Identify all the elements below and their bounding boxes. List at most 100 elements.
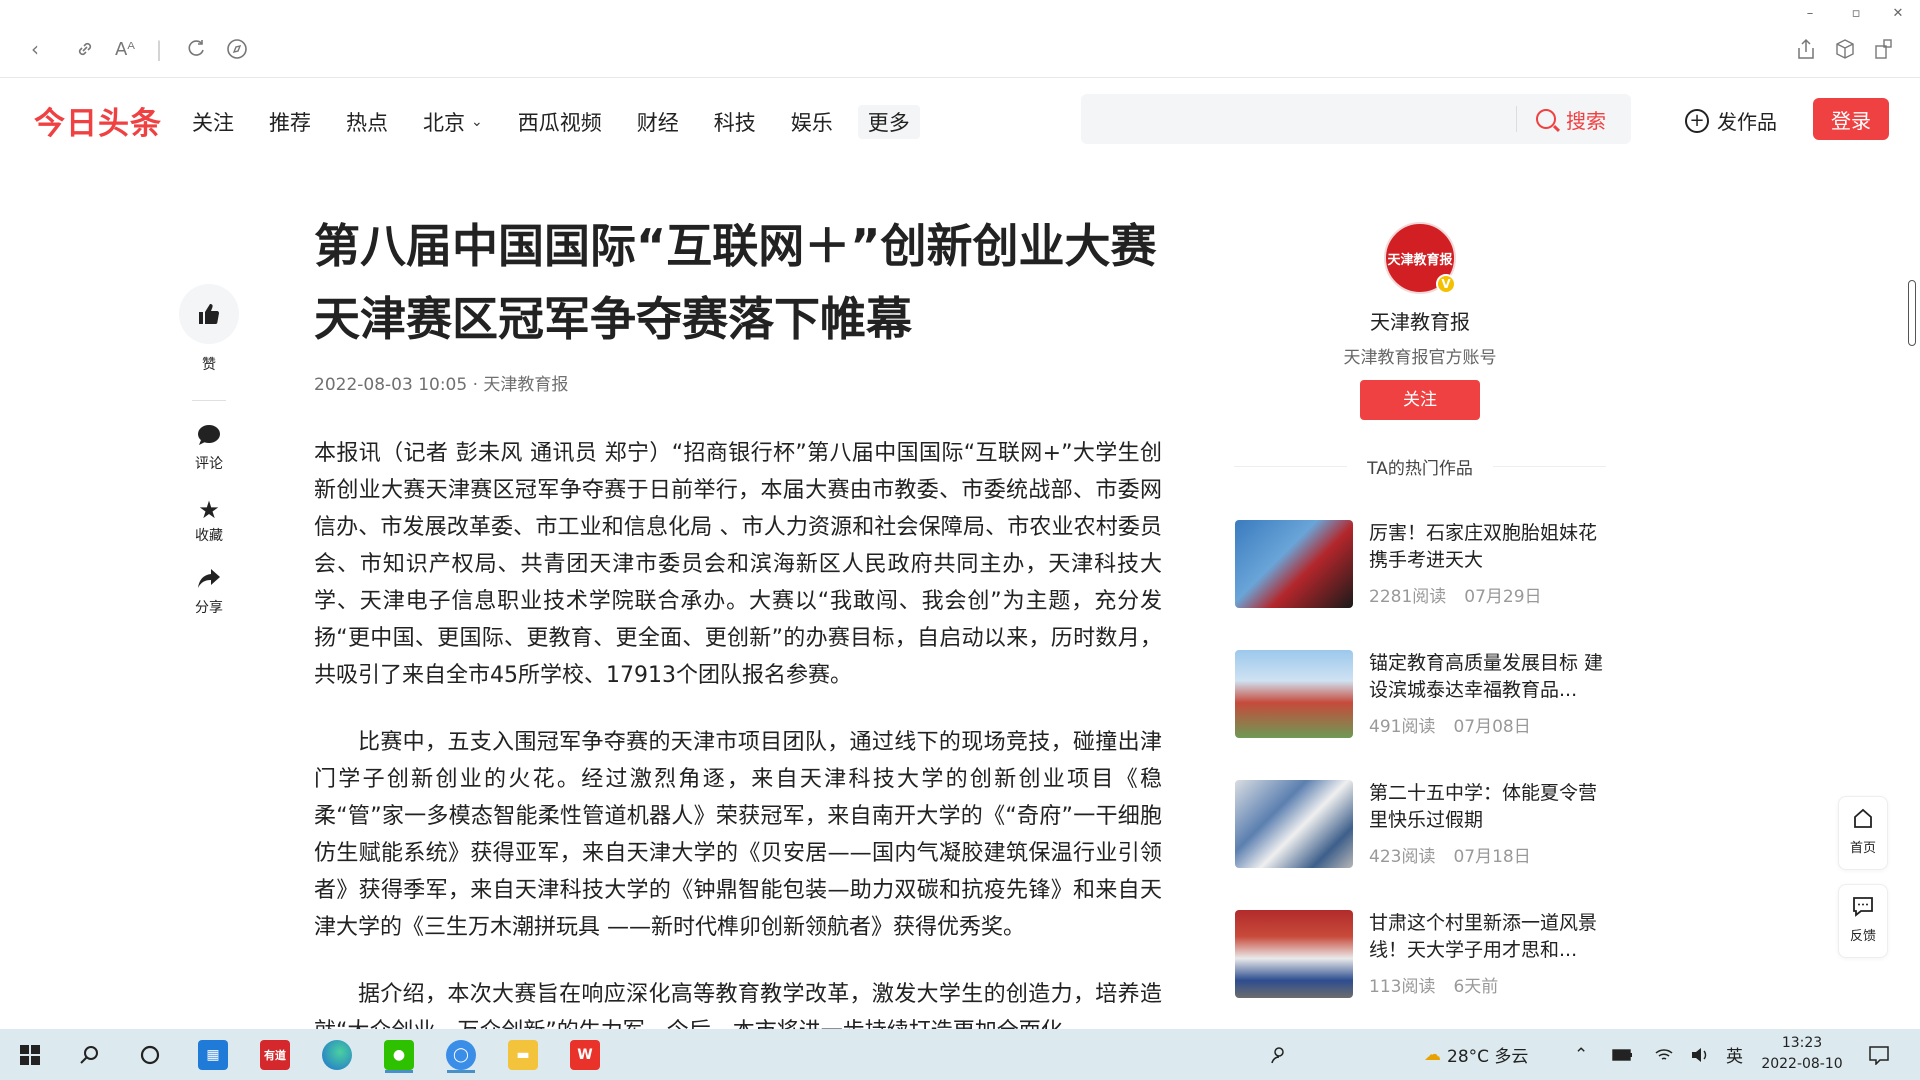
close-button[interactable]: ✕ <box>1888 6 1908 21</box>
notification-icon[interactable] <box>1868 1029 1890 1080</box>
active-indicator <box>385 1070 413 1073</box>
plus-circle-icon: + <box>1685 108 1709 133</box>
hot-works-list: 厉害！石家庄双胞胎姐妹花携手考进天大 2281阅读 07月29日 锚定教育高质量发… <box>1235 520 1615 1040</box>
main-nav: 关注 推荐 热点 北京 ⌄ 西瓜视频 财经 科技 娱乐 更多 <box>192 105 955 139</box>
publish-date: 07月08日 <box>1453 717 1531 737</box>
article-title-line-1: 第八届中国国际“互联网＋”创新创业大赛 <box>314 219 1157 273</box>
system-clock[interactable]: 13:23 2022-08-10 <box>1760 1033 1844 1075</box>
nav-item-recommend[interactable]: 推荐 <box>269 105 311 139</box>
verified-badge-icon: V <box>1436 274 1456 294</box>
people-icon[interactable] <box>1270 1029 1290 1080</box>
font-size-icon[interactable]: Aᴬ <box>112 36 138 62</box>
share-button[interactable]: 分享 <box>178 567 240 617</box>
list-item[interactable]: 厉害！石家庄双胞胎姐妹花携手考进天大 2281阅读 07月29日 <box>1235 520 1615 608</box>
publish-button[interactable]: + 发作品 <box>1685 106 1777 135</box>
scrollbar-thumb[interactable] <box>1908 280 1916 346</box>
windows-start-icon[interactable] <box>12 1037 48 1073</box>
refresh-icon[interactable] <box>184 36 210 62</box>
chevron-up-icon[interactable]: ⌃ <box>1574 1029 1588 1080</box>
weather-widget[interactable]: ☁ 28°C 多云 <box>1424 1029 1528 1080</box>
wechat-icon[interactable]: ● <box>381 1037 417 1073</box>
feedback-float-button[interactable]: 反馈 <box>1838 884 1888 958</box>
restore-button[interactable]: ▫ <box>1846 6 1866 21</box>
back-icon[interactable]: ‹ <box>22 36 48 62</box>
youdao-app-icon[interactable]: 有道 <box>257 1037 293 1073</box>
thumbnail-image <box>1235 520 1353 608</box>
list-item[interactable]: 甘肃这个村里新添一道风景线！天大学子用才思和... 113阅读 6天前 <box>1235 910 1615 998</box>
calculator-app-icon[interactable]: ▦ <box>195 1037 231 1073</box>
nav-item-hot[interactable]: 热点 <box>346 105 388 139</box>
nav-item-follow[interactable]: 关注 <box>192 105 234 139</box>
extensions-icon[interactable] <box>1870 36 1896 62</box>
nav-item-finance[interactable]: 财经 <box>637 105 679 139</box>
site-logo[interactable]: 今日头条 <box>34 98 162 143</box>
rail-divider <box>192 400 226 401</box>
cube-icon[interactable] <box>1832 36 1858 62</box>
file-explorer-icon[interactable]: ▬ <box>505 1037 541 1073</box>
weather-cloud-icon: ☁ <box>1424 1044 1441 1065</box>
wps-app-icon[interactable]: W <box>567 1037 603 1073</box>
nav-item-tech[interactable]: 科技 <box>714 105 756 139</box>
search-divider <box>1516 106 1517 132</box>
article-title-line-2: 天津赛区冠军争夺赛落下帷幕 <box>314 292 912 346</box>
read-count: 491阅读 <box>1369 717 1436 737</box>
search-icon[interactable] <box>72 1037 108 1073</box>
search-button[interactable]: 搜索 <box>1536 94 1606 144</box>
cortana-icon[interactable] <box>132 1037 168 1073</box>
taskbar: ▦ 有道 ● ◯ ▬ W ☁ 28°C 多云 ⌃ 英 13:23 2022-08… <box>0 1029 1920 1080</box>
list-item[interactable]: 第二十五中学：体能夏令营里快乐过假期 423阅读 07月18日 <box>1235 780 1615 868</box>
search-box: 搜索 <box>1081 94 1631 144</box>
edge-browser-icon[interactable] <box>319 1037 355 1073</box>
browser-app-icon[interactable]: ◯ <box>443 1037 479 1073</box>
search-icon <box>1536 109 1556 129</box>
read-count: 113阅读 <box>1369 977 1436 997</box>
read-count: 423阅读 <box>1369 847 1436 867</box>
publish-date: 07月29日 <box>1464 587 1542 607</box>
share-icon <box>178 567 240 597</box>
volume-icon[interactable] <box>1690 1029 1710 1080</box>
list-item-title: 甘肃这个村里新添一道风景线！天大学子用才思和... <box>1369 912 1598 961</box>
battery-icon[interactable] <box>1612 1029 1634 1080</box>
follow-button[interactable]: 关注 <box>1360 380 1480 420</box>
article-title: 第八届中国国际“互联网＋”创新创业大赛 天津赛区冠军争夺赛落下帷幕 <box>314 210 1162 356</box>
nav-item-city-label: 北京 <box>423 111 465 135</box>
login-button[interactable]: 登录 <box>1813 98 1889 140</box>
site-header: 今日头条 关注 推荐 热点 北京 ⌄ 西瓜视频 财经 科技 娱乐 更多 搜索 + … <box>0 78 1920 160</box>
clock-time: 13:23 <box>1781 1035 1823 1051</box>
hot-works-heading: TA的热门作品 <box>1234 454 1606 479</box>
input-method-indicator[interactable]: 英 <box>1726 1029 1743 1080</box>
article: 第八届中国国际“互联网＋”创新创业大赛 天津赛区冠军争夺赛落下帷幕 2022-0… <box>314 210 1162 1050</box>
like-label: 赞 <box>202 357 216 373</box>
publish-label: 发作品 <box>1717 110 1777 134</box>
article-meta: 2022-08-03 10:05 · 天津教育报 <box>314 375 569 395</box>
publish-date: 07月18日 <box>1453 847 1531 867</box>
comment-label: 评论 <box>195 456 223 472</box>
toolbar-divider: | <box>155 37 163 61</box>
favorite-button[interactable]: ★ 收藏 <box>178 495 240 545</box>
nav-item-entertainment[interactable]: 娱乐 <box>791 105 833 139</box>
browser-toolbar: – ▫ ✕ ‹ Aᴬ | <box>0 0 1920 78</box>
star-icon: ★ <box>198 496 220 524</box>
author-card: 天津教育报 V 天津教育报 天津教育报官方账号 关注 TA的热门作品 <box>1234 222 1606 479</box>
wifi-icon[interactable] <box>1654 1029 1674 1080</box>
search-input[interactable] <box>1081 94 1511 144</box>
comment-button[interactable]: 评论 <box>178 423 240 473</box>
nav-item-city[interactable]: 北京 ⌄ <box>423 105 483 139</box>
minimize-button[interactable]: – <box>1800 6 1820 21</box>
thumbnail-image <box>1235 780 1353 868</box>
share-out-icon[interactable] <box>1793 36 1819 62</box>
list-item[interactable]: 锚定教育高质量发展目标 建设滨城泰达幸福教育品... 491阅读 07月08日 <box>1235 650 1615 738</box>
article-paragraph: 比赛中，五支入围冠军争夺赛的天津市项目团队，通过线下的现场竞技，碰撞出津门学子创… <box>314 730 1162 940</box>
author-avatar[interactable]: 天津教育报 V <box>1384 222 1456 294</box>
list-item-title: 锚定教育高质量发展目标 建设滨城泰达幸福教育品... <box>1369 652 1604 701</box>
list-item-title: 第二十五中学：体能夏令营里快乐过假期 <box>1369 782 1598 831</box>
like-button[interactable] <box>179 284 239 344</box>
author-name[interactable]: 天津教育报 <box>1234 306 1606 335</box>
nav-item-more[interactable]: 更多 <box>857 105 920 139</box>
youdao-app-label: 有道 <box>260 1040 290 1070</box>
active-indicator <box>447 1070 475 1073</box>
nav-item-video[interactable]: 西瓜视频 <box>518 105 602 139</box>
link-icon[interactable] <box>72 36 98 62</box>
home-float-button[interactable]: 首页 <box>1838 796 1888 870</box>
compass-icon[interactable] <box>224 36 250 62</box>
